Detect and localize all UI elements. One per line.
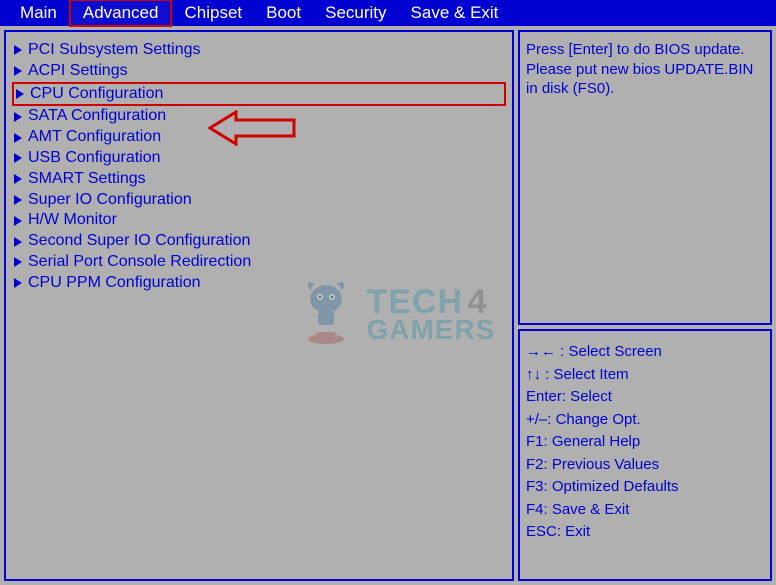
keyboard-help-line: ↑↓ : Select Item — [526, 364, 764, 387]
triangle-right-icon — [14, 66, 22, 76]
submenu-item-label: H/W Monitor — [28, 210, 117, 231]
menu-tab-chipset[interactable]: Chipset — [172, 1, 254, 25]
help-description-line: Press [Enter] to do BIOS update. — [526, 40, 764, 60]
submenu-item-cpu-configuration[interactable]: CPU Configuration — [12, 82, 506, 107]
triangle-right-icon — [14, 112, 22, 122]
keyboard-help-line: +/–: Change Opt. — [526, 409, 764, 432]
keyboard-help-line: F2: Previous Values — [526, 454, 764, 477]
triangle-right-icon — [14, 278, 22, 288]
submenu-item-label: Serial Port Console Redirection — [28, 252, 251, 273]
submenu-item-pci-subsystem-settings[interactable]: PCI Subsystem Settings — [12, 40, 506, 61]
submenu-item-serial-port-console-redirection[interactable]: Serial Port Console Redirection — [12, 252, 506, 273]
keyboard-help-line: F4: Save & Exit — [526, 499, 764, 522]
keyboard-help-line: Enter: Select — [526, 386, 764, 409]
left-panel: TECH 4 GAMERS PCI Subsystem SettingsACPI… — [4, 30, 514, 581]
submenu-item-acpi-settings[interactable]: ACPI Settings — [12, 61, 506, 82]
help-description-panel: Press [Enter] to do BIOS update.Please p… — [518, 30, 772, 325]
menu-tab-main[interactable]: Main — [8, 1, 69, 25]
help-description-line: Please put new bios UPDATE.BIN in disk (… — [526, 60, 764, 99]
submenu-item-super-io-configuration[interactable]: Super IO Configuration — [12, 190, 506, 211]
submenu-item-smart-settings[interactable]: SMART Settings — [12, 169, 506, 190]
submenu-item-label: AMT Configuration — [28, 127, 161, 148]
submenu-item-label: Super IO Configuration — [28, 190, 192, 211]
keyboard-help-line: ESC: Exit — [526, 521, 764, 544]
right-column: Press [Enter] to do BIOS update.Please p… — [518, 30, 772, 581]
keyboard-help-panel: →← : Select Screen↑↓ : Select ItemEnter:… — [518, 329, 772, 581]
triangle-right-icon — [14, 216, 22, 226]
keyboard-help-line: F1: General Help — [526, 431, 764, 454]
triangle-right-icon — [14, 237, 22, 247]
submenu-item-label: SATA Configuration — [28, 106, 166, 127]
submenu-item-label: SMART Settings — [28, 169, 146, 190]
triangle-right-icon — [14, 257, 22, 267]
menu-tab-advanced[interactable]: Advanced — [69, 0, 173, 27]
menu-tab-security[interactable]: Security — [313, 1, 398, 25]
content-area: TECH 4 GAMERS PCI Subsystem SettingsACPI… — [0, 26, 776, 585]
submenu-item-cpu-ppm-configuration[interactable]: CPU PPM Configuration — [12, 273, 506, 294]
keyboard-help-line: F3: Optimized Defaults — [526, 476, 764, 499]
triangle-right-icon — [16, 89, 24, 99]
submenu-item-label: CPU PPM Configuration — [28, 273, 201, 294]
watermark-text-gamers: GAMERS — [366, 317, 495, 342]
submenu-item-label: CPU Configuration — [30, 84, 163, 105]
submenu-item-label: PCI Subsystem Settings — [28, 40, 201, 61]
triangle-right-icon — [14, 195, 22, 205]
keyboard-help-line: →← : Select Screen — [526, 341, 764, 364]
submenu-item-label: USB Configuration — [28, 148, 161, 169]
submenu-item-amt-configuration[interactable]: AMT Configuration — [12, 127, 506, 148]
triangle-right-icon — [14, 45, 22, 55]
submenu-item-label: Second Super IO Configuration — [28, 231, 250, 252]
submenu-item-label: ACPI Settings — [28, 61, 128, 82]
triangle-right-icon — [14, 174, 22, 184]
menu-tab-save-exit[interactable]: Save & Exit — [399, 1, 511, 25]
submenu-item-h-w-monitor[interactable]: H/W Monitor — [12, 210, 506, 231]
menu-tab-boot[interactable]: Boot — [254, 1, 313, 25]
submenu-item-usb-configuration[interactable]: USB Configuration — [12, 148, 506, 169]
triangle-right-icon — [14, 153, 22, 163]
menubar: MainAdvancedChipsetBootSecuritySave & Ex… — [0, 0, 776, 26]
triangle-right-icon — [14, 133, 22, 143]
submenu-item-second-super-io-configuration[interactable]: Second Super IO Configuration — [12, 231, 506, 252]
submenu-item-sata-configuration[interactable]: SATA Configuration — [12, 106, 506, 127]
